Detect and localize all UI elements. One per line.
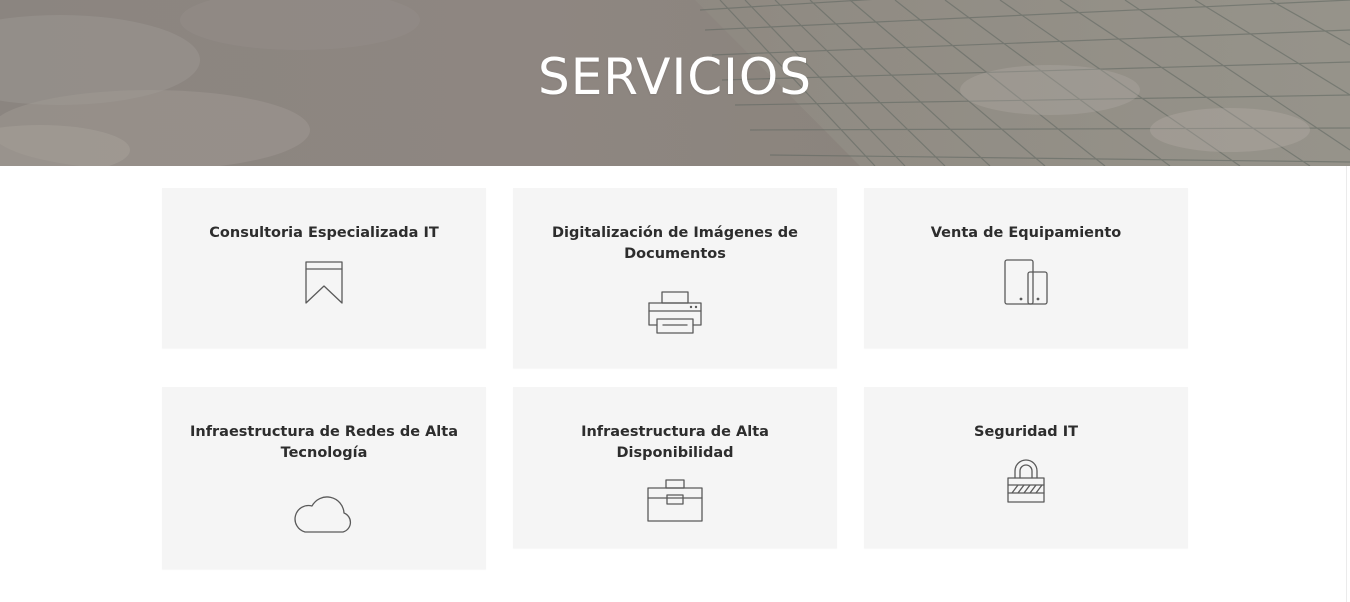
right-edge-divider [1346,166,1347,602]
service-card-title: Venta de Equipamiento [930,225,1122,241]
printer-icon [648,291,702,334]
service-card-title: Infraestructura de Redes de Alta Tecnolo… [190,424,458,461]
service-card-title: Digitalización de Imágenes de Documentos [552,225,798,262]
service-card-title: Consultoria Especializada IT [209,225,439,241]
service-card-title: Infraestructura de Alta Disponibilidad [581,424,769,461]
service-card-digitalizacion[interactable]: Digitalización de Imágenes de Documentos [513,188,837,368]
hero-banner: SERVICIOS [0,0,1350,166]
toolbox-icon [647,479,703,522]
service-card-alta-disponibilidad[interactable]: Infraestructura de Alta Disponibilidad [513,387,837,548]
padlock-icon [1007,459,1045,503]
bookmark-icon [305,261,343,304]
service-card-venta-equipamiento[interactable]: Venta de Equipamiento [864,188,1188,348]
service-card-consultoria[interactable]: Consultoria Especializada IT [162,188,486,348]
service-card-seguridad[interactable]: Seguridad IT [864,387,1188,548]
cloud-icon [294,496,352,533]
service-card-redes[interactable]: Infraestructura de Redes de Alta Tecnolo… [162,387,486,569]
service-card-title: Seguridad IT [974,424,1078,440]
page-title: SERVICIOS [537,48,813,106]
devices-icon [1004,259,1048,305]
